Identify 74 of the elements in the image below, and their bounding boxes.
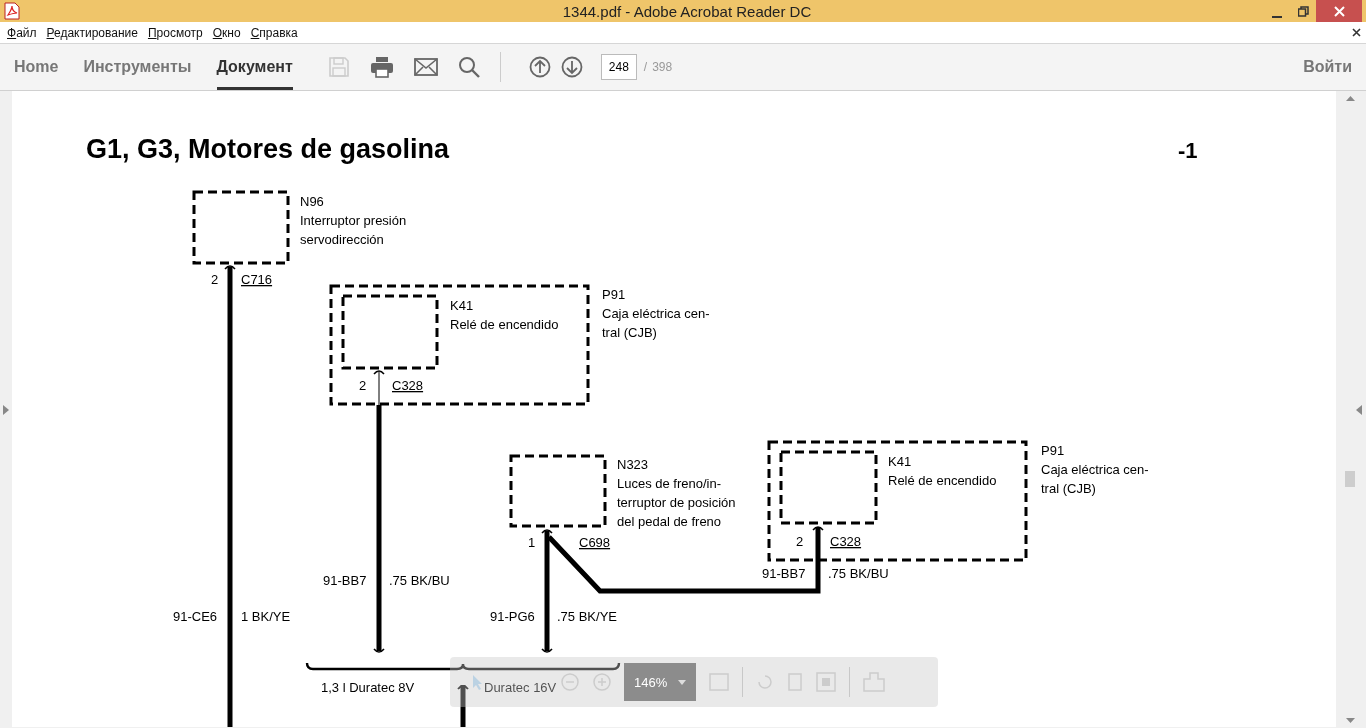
connector-symbol — [224, 265, 236, 270]
scroll-thumb[interactable] — [1345, 471, 1355, 487]
connector-code: C716 — [241, 272, 273, 287]
caret-icon — [678, 679, 686, 685]
component-description: Luces de freno/in- — [617, 476, 722, 491]
expand-left-icon[interactable] — [3, 404, 9, 415]
component-description: Interruptor presión — [300, 213, 407, 228]
pin-number: 2 — [359, 378, 367, 393]
menu-item[interactable]: Справка — [250, 25, 298, 40]
circuit-code: 91-CE6 — [173, 609, 218, 624]
connector-code: C328 — [830, 534, 862, 549]
close-icon — [1333, 5, 1345, 17]
connector-symbol — [373, 648, 385, 653]
document-heading: G1, G3, Motores de gasolina — [86, 134, 450, 164]
component-code: K41 — [450, 298, 474, 313]
connector-symbol — [457, 685, 469, 690]
connector-symbol — [812, 526, 824, 531]
component-description: terruptor de posición — [617, 495, 736, 510]
menu-item[interactable]: Файл — [7, 25, 37, 40]
toolbar-tab[interactable]: Home — [14, 44, 59, 90]
connector-code: C698 — [579, 535, 611, 550]
pdf-file-icon — [4, 2, 20, 20]
expand-right-icon[interactable] — [1356, 404, 1362, 415]
sign-in-link[interactable]: Войти — [1303, 58, 1352, 76]
pin-number: 1 — [528, 535, 536, 550]
connector-symbol — [541, 529, 553, 534]
wire — [460, 685, 466, 727]
component-code: K41 — [888, 454, 912, 469]
minimize-icon — [1272, 16, 1282, 18]
component-code: P91 — [1041, 443, 1065, 458]
page-label: -1 — [1178, 138, 1198, 163]
search-icon[interactable] — [457, 56, 480, 78]
pin-number: 2 — [211, 272, 219, 287]
component-description: del pedal de freno — [617, 514, 722, 529]
component-description: servodirección — [300, 232, 384, 247]
window-title: 1344.pdf - Adobe Acrobat Reader DC — [562, 2, 812, 20]
page-up-icon[interactable] — [528, 56, 551, 78]
page-total: 398 — [652, 60, 673, 74]
component-description: Caja eléctrica cen- — [602, 306, 710, 321]
component-description: tral (CJB) — [1041, 481, 1096, 496]
variant-label: Duratec 16V — [484, 680, 557, 695]
connector-code: C328 — [392, 378, 424, 393]
scroll-down-icon[interactable] — [1345, 718, 1355, 724]
component-description: Relé de encendido — [888, 473, 997, 488]
component-description: Relé de encendido — [450, 317, 559, 332]
connector-symbol — [541, 648, 553, 653]
page-down-icon[interactable] — [560, 56, 583, 78]
circuit-code: 91-PG6 — [490, 609, 535, 624]
wire-spec: 1 BK/YE — [241, 609, 291, 624]
wire-spec: .75 BK/YE — [557, 609, 617, 624]
restore-icon — [1297, 5, 1309, 17]
menu-item[interactable]: Редактирование — [46, 25, 138, 40]
variant-label: 1,3 l Duratec 8V — [321, 680, 415, 695]
component-code: N96 — [300, 194, 324, 209]
wire-spec: .75 BK/BU — [389, 573, 450, 588]
toolbar-tab[interactable]: Инструменты — [83, 44, 192, 90]
component-description: tral (CJB) — [602, 325, 657, 340]
close-icon[interactable] — [1352, 28, 1361, 37]
circuit-code: 91-BB7 — [762, 566, 806, 581]
print-icon[interactable] — [369, 56, 394, 78]
circuit-code: 91-BB7 — [323, 573, 367, 588]
wire-spec: .75 BK/BU — [828, 566, 889, 581]
page-number-field[interactable]: 248 — [600, 54, 637, 80]
mail-icon[interactable] — [413, 58, 438, 76]
menu-item[interactable]: Окно — [212, 25, 241, 40]
menu-item[interactable]: Просмотр — [147, 25, 203, 40]
component-code: N323 — [617, 457, 649, 472]
scroll-up-icon[interactable] — [1345, 95, 1355, 101]
component-code: P91 — [602, 287, 626, 302]
component-description: Caja eléctrica cen- — [1041, 462, 1149, 477]
pin-number: 2 — [796, 534, 804, 549]
page-separator: / — [643, 60, 648, 74]
connector-symbol — [373, 370, 385, 375]
close-button[interactable] — [1316, 0, 1362, 22]
